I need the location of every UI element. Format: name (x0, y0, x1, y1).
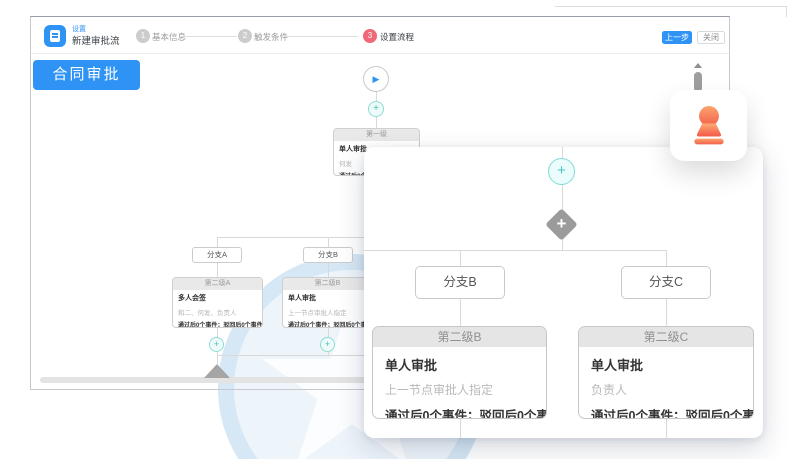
connector-line (460, 419, 461, 438)
node-events: 通过后0个事件；驳回后0个事件 (385, 405, 534, 419)
node-assignee: 和二、何发、负责人 (178, 307, 257, 317)
page-title: 新建审批流 (72, 33, 120, 47)
condition-node[interactable]: + (545, 208, 578, 241)
add-node-button[interactable]: + (209, 337, 224, 352)
node-events: 通过后0个事件；驳回后0个事件 (591, 405, 741, 419)
approval-node-card-level2b[interactable]: 第二级B 单人审批 上一节点审批人指定 通过后0个事件；驳回后0个事件 (282, 277, 373, 328)
step-connector (285, 36, 358, 37)
approval-node-card-level2b[interactable]: 第二级B 单人审批 上一节点审批人指定 通过后0个事件；驳回后0个事件 (372, 326, 547, 419)
connector-line (562, 185, 563, 210)
add-condition-icon: + (550, 213, 573, 236)
step-connector (180, 36, 237, 37)
step-3-circle[interactable]: 3 (363, 29, 377, 43)
add-node-button[interactable]: + (548, 158, 575, 185)
node-title: 第二级A (173, 278, 262, 290)
branch-merge-line (217, 355, 380, 356)
start-node[interactable]: ▶ (363, 66, 389, 92)
step-2-circle[interactable]: 2 (238, 29, 252, 43)
stamp-feature-card[interactable] (670, 90, 747, 161)
add-node-button[interactable]: + (368, 101, 384, 117)
backdrop-sheet-edge (555, 6, 786, 7)
node-title: 第二级C (579, 327, 753, 347)
connector-line (460, 299, 461, 326)
node-assignee: 上一节点审批人指定 (288, 307, 367, 317)
node-events: 通过后0个事件；驳回后0个事件 (288, 320, 367, 328)
node-events: 通过后0个事件；驳回后0个事件 (178, 320, 257, 328)
branch-label-a[interactable]: 分支A (192, 247, 242, 263)
connector-line (328, 263, 329, 277)
connector-line (666, 419, 667, 438)
node-assignee: 负责人 (591, 381, 741, 398)
approval-node-card-level2c[interactable]: 第二级C 单人审批 负责人 通过后0个事件；驳回后0个事件 (578, 326, 754, 419)
step-2-label[interactable]: 触发条件 (254, 31, 288, 43)
prev-step-button[interactable]: 上一步 (662, 31, 692, 44)
app-icon (44, 25, 66, 47)
node-assignee: 上一节点审批人指定 (385, 381, 534, 398)
scroll-up-arrow-icon[interactable] (694, 63, 702, 68)
form-icon (50, 30, 60, 42)
node-title: 第二级B (373, 327, 546, 347)
page: 设置 新建审批流 1 基本信息 2 触发条件 3 设置流程 上一步 关闭 合同审… (0, 0, 792, 459)
node-title: 第一级 (334, 129, 419, 141)
connector-line (376, 117, 377, 128)
step-1-label[interactable]: 基本信息 (152, 31, 186, 43)
step-1-circle[interactable]: 1 (136, 29, 150, 43)
branch-split-line (217, 237, 380, 238)
node-type: 单人审批 (288, 293, 367, 303)
header-divider (31, 53, 729, 54)
node-type: 单人审批 (385, 355, 534, 374)
connector-line (666, 250, 667, 266)
flow-name-badge: 合同审批 (33, 60, 140, 90)
connector-line (217, 237, 218, 247)
step-3-label[interactable]: 设置流程 (380, 31, 414, 43)
add-node-button[interactable]: + (320, 337, 335, 352)
close-button[interactable]: 关闭 (697, 31, 725, 44)
connector-line (460, 250, 461, 266)
play-icon: ▶ (373, 74, 380, 84)
end-node-triangle-icon (204, 364, 230, 378)
backdrop-sheet-edge (786, 6, 787, 17)
zoomed-flow-panel: + + 分支B 分支C 第二级B 单人审批 上一节点审批人指定 通过后0个事件；… (364, 147, 763, 438)
connector-line (328, 237, 329, 247)
node-title: 第二级B (283, 278, 372, 290)
vertical-scrollbar-thumb[interactable] (694, 72, 702, 92)
approval-node-card-level2a[interactable]: 第二级A 多人会签 和二、何发、负责人 通过后0个事件；驳回后0个事件 (172, 277, 263, 328)
connector-line (217, 263, 218, 277)
connector-line (217, 355, 218, 364)
node-type: 单人审批 (591, 355, 741, 374)
stamp-icon (688, 105, 730, 147)
branch-split-line (364, 250, 666, 251)
branch-label-b[interactable]: 分支B (415, 266, 505, 299)
node-type: 多人会签 (178, 293, 257, 303)
branch-label-c[interactable]: 分支C (621, 266, 711, 299)
connector-line (666, 299, 667, 326)
branch-label-b[interactable]: 分支B (303, 247, 353, 263)
connector-line (376, 92, 377, 101)
